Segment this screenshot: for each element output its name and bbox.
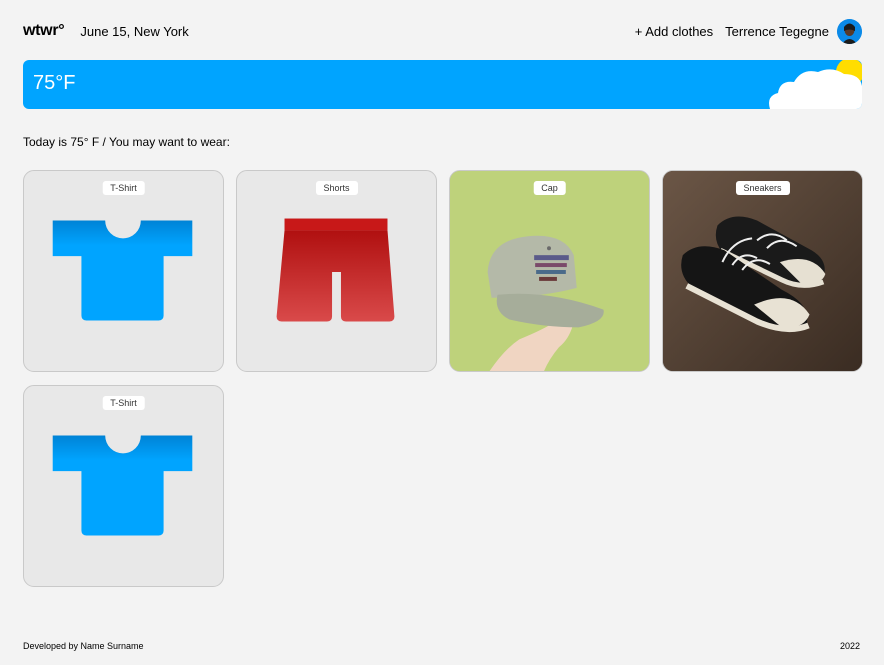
card-label: T-Shirt [102, 181, 145, 195]
weather-card: 75°F [23, 60, 862, 109]
cap-photo [450, 171, 649, 371]
shorts-icon [276, 218, 395, 322]
clothing-card-cap[interactable]: Cap [449, 170, 650, 372]
weather-temperature: 75°F [33, 72, 76, 94]
sneakers-photo [663, 171, 862, 371]
card-label: Sneakers [735, 181, 790, 195]
clothing-recommendation-text: Today is 75° F / You may want to wear: [23, 135, 230, 149]
site-header: wtwr° June 15, New York + Add clothes Te… [23, 16, 862, 46]
tshirt-icon [52, 220, 193, 321]
add-clothes-button[interactable]: + Add clothes [635, 24, 713, 39]
clothing-card-shorts[interactable]: Shorts [236, 170, 437, 372]
avatar[interactable] [837, 18, 862, 44]
user-name[interactable]: Terrence Tegegne [725, 24, 829, 39]
tshirt-icon [52, 435, 193, 536]
card-label: Cap [533, 181, 566, 195]
site-logo[interactable]: wtwr° [23, 22, 65, 40]
clothing-card-tshirt[interactable]: T-Shirt [23, 170, 224, 372]
card-label: Shorts [315, 181, 358, 195]
footer-year: 2022 [839, 641, 860, 651]
clothing-card-tshirt[interactable]: T-Shirt [23, 385, 224, 587]
header-date-location: June 15, New York [80, 23, 189, 39]
card-label: T-Shirt [102, 396, 145, 410]
avatar-image [837, 18, 862, 44]
sun-cloud-icon [769, 60, 862, 109]
clothing-card-sneakers[interactable]: Sneakers [662, 170, 863, 372]
footer-credit: Developed by Name Surname [23, 641, 144, 651]
